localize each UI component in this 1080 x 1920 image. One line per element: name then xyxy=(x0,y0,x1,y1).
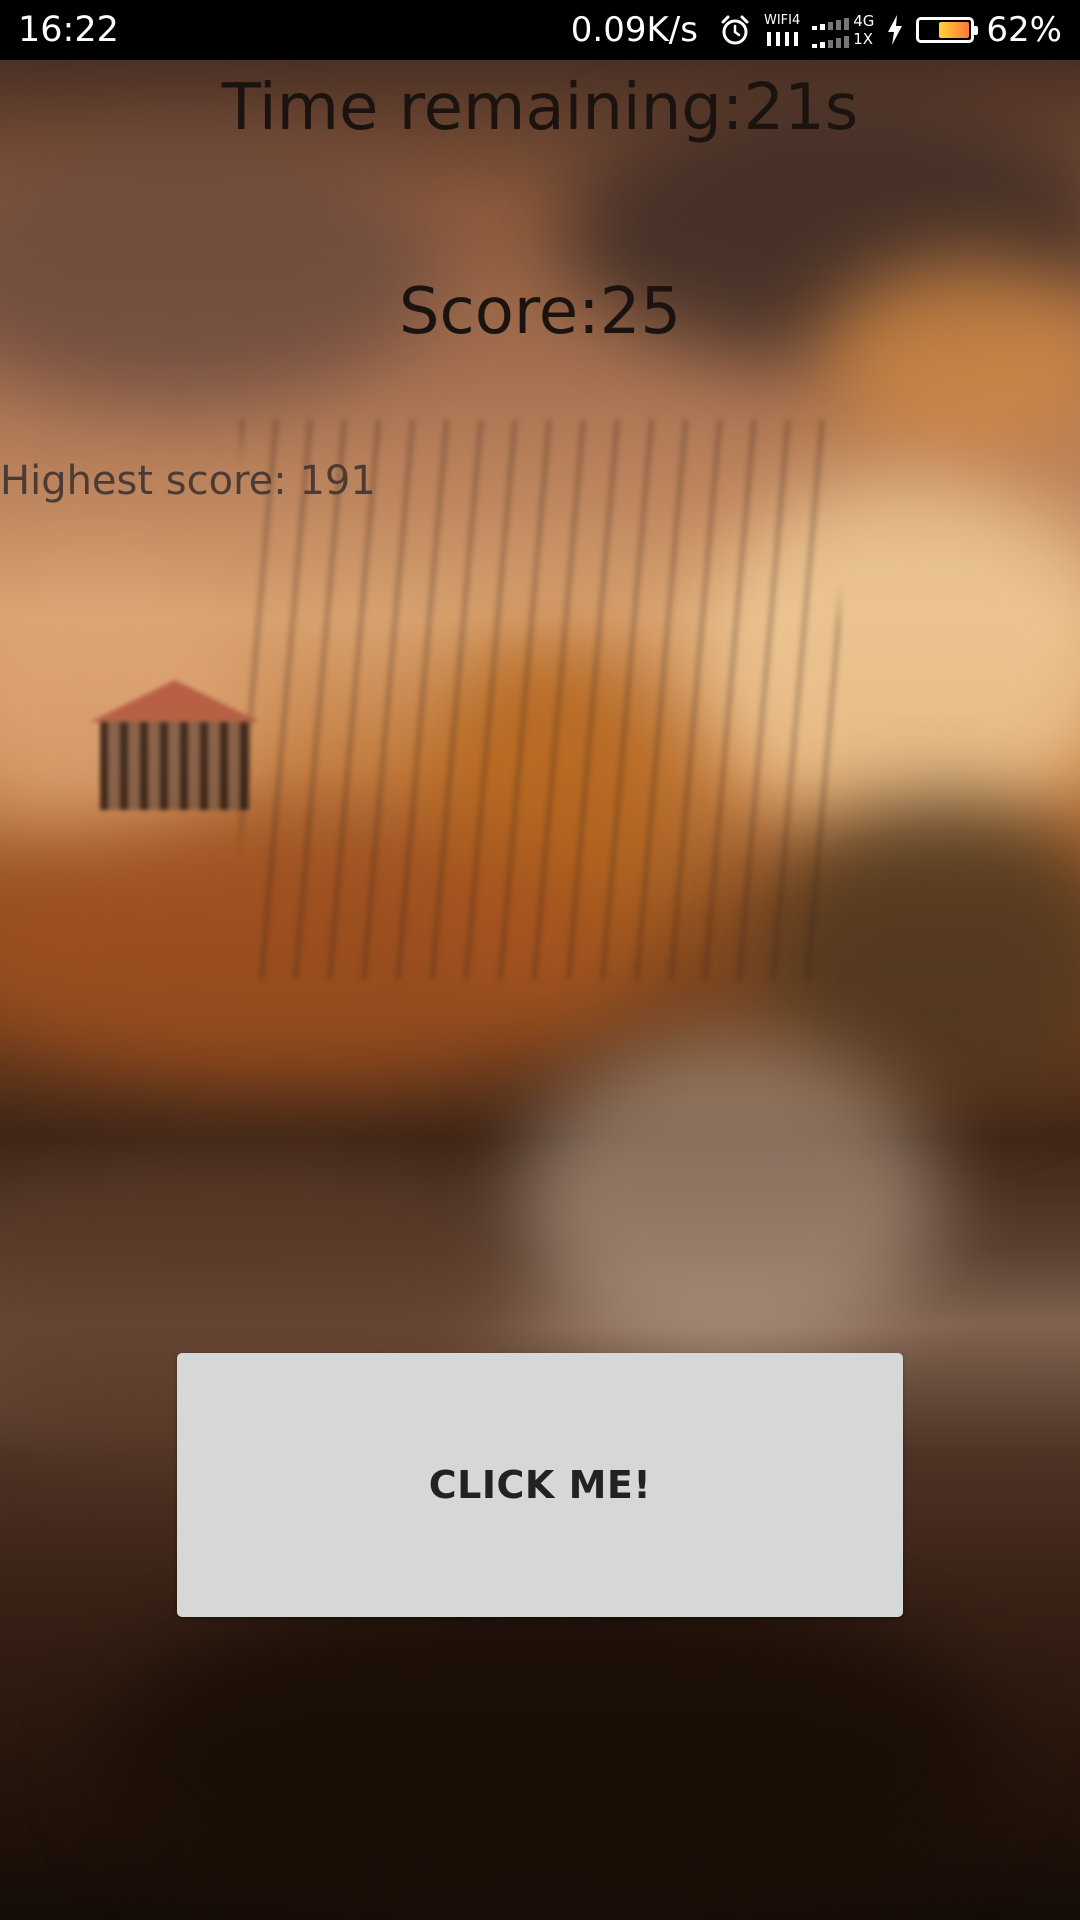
battery-icon xyxy=(916,17,979,43)
network-sub-label: 1X xyxy=(853,30,874,48)
status-bar: 16:22 0.09K/s WIFI4 4G 1X 62% xyxy=(0,0,1080,60)
battery-percent: 62% xyxy=(986,10,1062,50)
status-time: 16:22 xyxy=(18,10,119,50)
battery-level-fill xyxy=(939,22,970,38)
network-speed: 0.09K/s xyxy=(570,10,698,50)
cellular-signal-icon: 4G 1X xyxy=(812,12,874,48)
time-remaining-label: Time remaining:21s xyxy=(221,71,859,145)
charging-bolt-icon xyxy=(886,15,904,45)
gazebo-image xyxy=(90,680,260,820)
wifi-label: WIFI4 xyxy=(763,13,801,28)
click-me-button[interactable]: CLICK ME! xyxy=(177,1353,903,1617)
wifi-icon: WIFI4 xyxy=(764,14,800,46)
score-label: Score:25 xyxy=(398,275,682,349)
highest-score-label: Highest score: 191 xyxy=(0,458,376,504)
network-type-label: 4G xyxy=(853,12,875,30)
alarm-clock-icon xyxy=(718,13,752,47)
status-icons: 0.09K/s WIFI4 4G 1X 62% xyxy=(571,8,1062,52)
